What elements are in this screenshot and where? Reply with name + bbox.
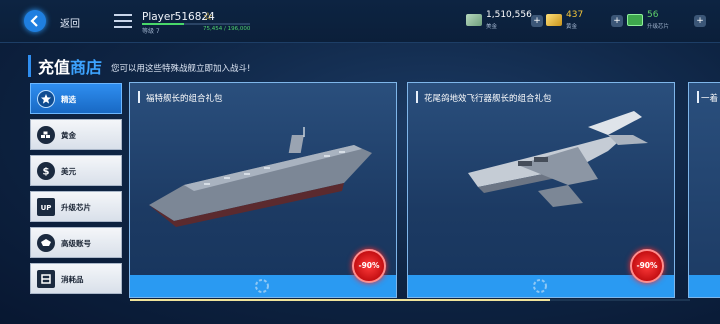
sidebar-item-featured[interactable]: 精选 [30,83,122,114]
card-title: 福特舰长的组合礼包 [146,94,223,104]
card-accent [138,91,140,103]
svg-text:UP: UP [41,204,52,212]
discount-badge: -90% [630,249,664,283]
gold-value: 437 [566,10,584,20]
consumables-icon [37,270,55,288]
offer-card-partial[interactable]: 一着 [688,82,720,298]
card-title-bar: 花尾鸽地效飞行器舰长的组合礼包 [408,83,674,105]
offer-card-ford[interactable]: 福特舰长的组合礼包 -90% [129,82,397,298]
sidebar-item-label: 精选 [61,95,76,104]
card-accent [697,91,699,103]
dollar-icon: $ [37,162,55,180]
sidebar-item-gold[interactable]: 黄金 [30,119,122,150]
offer-card-ekranoplan[interactable]: 花尾鸽地效飞行器舰长的组合礼包 -90% [407,82,675,298]
ekranoplan-image [468,111,648,207]
cash-value: 1,510,556 [486,10,532,20]
sidebar-item-label: 高级账号 [61,239,91,248]
add-gold-button[interactable]: + [611,15,623,27]
title-accent [28,55,31,77]
loading-spinner-icon [255,279,269,293]
chip-value: 56 [647,10,659,20]
sidebar-item-label: 黄金 [61,131,76,140]
card-title-bar: 福特舰长的组合礼包 [130,83,396,105]
page-title: 充值商店 [38,58,103,77]
card-footer [130,275,396,297]
menu-icon[interactable] [114,14,132,28]
featured-icon [37,90,55,108]
premium-icon [37,234,55,252]
card-title: 一着 [701,94,719,104]
xp-bar [142,23,250,25]
sidebar-item-dollar[interactable]: $ 美元 [30,155,122,186]
sidebar-item-upgrade[interactable]: UP 升级芯片 [30,191,122,222]
back-label[interactable]: 返回 [60,15,80,30]
card-accent [416,91,418,103]
upgrade-icon: UP [37,198,55,216]
add-chip-button[interactable]: + [694,15,706,27]
level-label: 等级 7 [142,28,160,35]
gold-bars-icon [37,126,55,144]
sidebar-item-label: 消耗品 [61,275,84,284]
back-button[interactable] [24,10,46,32]
sidebar-item-label: 美元 [61,167,76,176]
card-title: 花尾鸽地效飞行器舰长的组合礼包 [424,94,552,104]
gold-label: 黄金 [566,24,578,30]
chip-label: 升级芯片 [647,24,670,30]
chevron-left-icon [30,15,38,27]
card-footer [408,275,674,297]
aircraft-carrier-image [149,127,372,227]
chip-icon [627,14,643,26]
card-footer [689,275,720,297]
page-subtitle: 您可以用这些特殊战舰立即加入战斗! [111,64,251,74]
scroll-progress-bar [130,299,690,301]
gold-icon [546,14,562,26]
star-icon: ☆ [203,10,213,23]
cash-icon [466,14,482,26]
xp-text: 75,454 / 196,000 [203,26,251,32]
svg-text:$: $ [43,167,50,178]
add-cash-button[interactable]: + [531,15,543,27]
sidebar-item-premium[interactable]: 高级账号 [30,227,122,258]
sidebar-item-consumables[interactable]: 消耗品 [30,263,122,294]
sidebar-item-label: 升级芯片 [61,203,91,212]
top-bar: 返回 Player516824 ☆ 等级 7 75,454 / 196,000 … [0,0,720,43]
loading-spinner-icon [533,279,547,293]
discount-badge: -90% [352,249,386,283]
cash-label: 美金 [486,24,498,30]
